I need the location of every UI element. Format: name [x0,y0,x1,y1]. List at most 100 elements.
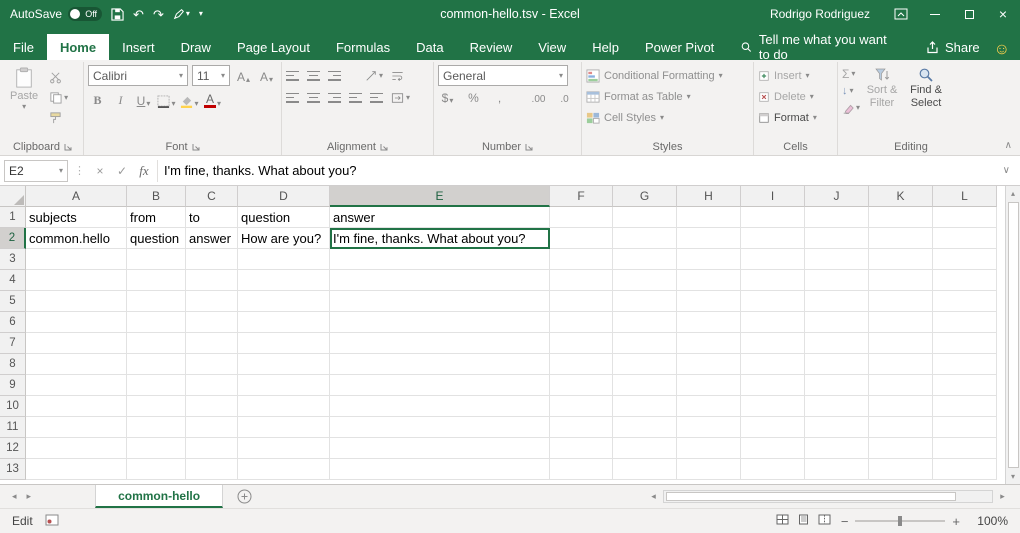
cell-f8[interactable] [550,354,613,375]
fill-button[interactable]: ↓ ▾ [842,83,860,98]
alignment-dialog-launcher[interactable] [380,143,388,151]
cell-l11[interactable] [933,417,997,438]
cell-i8[interactable] [741,354,805,375]
row-header-10[interactable]: 10 [0,396,26,417]
formula-input[interactable]: I'm fine, thanks. What about you? [157,160,993,182]
cell-g1[interactable] [613,207,677,228]
cell-a7[interactable] [26,333,127,354]
middle-align-icon[interactable] [307,71,320,81]
cell-g11[interactable] [613,417,677,438]
horizontal-scroll-track[interactable] [663,490,993,503]
vertical-scroll-thumb[interactable] [1008,202,1019,468]
italic-button[interactable]: I [111,90,130,110]
cell-i11[interactable] [741,417,805,438]
zoom-out-button[interactable]: − [841,514,849,529]
cell-c8[interactable] [186,354,238,375]
shrink-font-button[interactable]: A▾ [257,66,276,86]
cell-j9[interactable] [805,375,869,396]
cut-button[interactable] [49,70,68,85]
cell-k13[interactable] [869,459,933,480]
cell-i5[interactable] [741,291,805,312]
cell-d4[interactable] [238,270,330,291]
font-size-select[interactable]: 11 ▾ [192,65,230,86]
align-right-icon[interactable] [328,93,341,103]
column-header-b[interactable]: B [127,186,186,207]
cell-g10[interactable] [613,396,677,417]
cell-c6[interactable] [186,312,238,333]
cell-d12[interactable] [238,438,330,459]
cell-e3[interactable] [330,249,550,270]
cell-e9[interactable] [330,375,550,396]
cell-i1[interactable] [741,207,805,228]
cell-a11[interactable] [26,417,127,438]
column-header-k[interactable]: K [869,186,933,207]
cell-c11[interactable] [186,417,238,438]
tab-file[interactable]: File [0,34,47,60]
cell-b8[interactable] [127,354,186,375]
expand-formula-bar-button[interactable]: ∨ [997,165,1016,176]
redo-button[interactable]: ↷ [153,8,164,21]
cell-e7[interactable] [330,333,550,354]
enter-entry-button[interactable]: ✓ [113,164,131,178]
cell-d3[interactable] [238,249,330,270]
row-header-7[interactable]: 7 [0,333,26,354]
cell-e12[interactable] [330,438,550,459]
fill-color-button[interactable]: ▾ [180,90,199,110]
user-name[interactable]: Rodrigo Rodriguez [770,7,870,21]
cell-f6[interactable] [550,312,613,333]
tab-insert[interactable]: Insert [109,34,168,60]
cell-j2[interactable] [805,228,869,249]
cell-c4[interactable] [186,270,238,291]
row-header-13[interactable]: 13 [0,459,26,480]
conditional-formatting-button[interactable]: Conditional Formatting ▾ [586,66,723,85]
cell-h11[interactable] [677,417,741,438]
cell-d10[interactable] [238,396,330,417]
next-sheet-button[interactable]: ▸ [27,491,32,502]
clear-button[interactable]: ▾ [842,100,860,115]
cell-k8[interactable] [869,354,933,375]
page-layout-view-button[interactable] [797,514,810,528]
insert-cells-button[interactable]: Insert ▾ [758,66,810,85]
percent-style-button[interactable]: % [464,91,483,107]
cell-d7[interactable] [238,333,330,354]
cell-i4[interactable] [741,270,805,291]
cell-b11[interactable] [127,417,186,438]
tab-formulas[interactable]: Formulas [323,34,403,60]
row-header-5[interactable]: 5 [0,291,26,312]
cell-k10[interactable] [869,396,933,417]
cell-j10[interactable] [805,396,869,417]
column-header-c[interactable]: C [186,186,238,207]
cell-e10[interactable] [330,396,550,417]
cell-b7[interactable] [127,333,186,354]
tab-home[interactable]: Home [47,34,109,60]
cell-j5[interactable] [805,291,869,312]
cell-e1[interactable]: answer [330,207,550,228]
cell-l1[interactable] [933,207,997,228]
cell-b2[interactable]: question [127,228,186,249]
cell-i12[interactable] [741,438,805,459]
cell-g4[interactable] [613,270,677,291]
tab-power-pivot[interactable]: Power Pivot [632,34,727,60]
wrap-text-button[interactable] [391,68,404,83]
format-as-table-button[interactable]: Format as Table ▾ [586,87,691,106]
cell-f7[interactable] [550,333,613,354]
cell-j13[interactable] [805,459,869,480]
cell-b5[interactable] [127,291,186,312]
cell-k5[interactable] [869,291,933,312]
minimize-button[interactable] [918,0,952,28]
cell-j6[interactable] [805,312,869,333]
decrease-decimal-button[interactable]: .0 [555,91,574,107]
normal-view-button[interactable] [776,514,789,528]
cell-k4[interactable] [869,270,933,291]
select-all-button[interactable] [0,186,26,207]
previous-sheet-button[interactable]: ◂ [12,491,17,502]
cell-f1[interactable] [550,207,613,228]
cell-l13[interactable] [933,459,997,480]
cell-b3[interactable] [127,249,186,270]
vertical-scrollbar[interactable]: ▴ ▾ [1005,186,1020,484]
cell-i6[interactable] [741,312,805,333]
row-header-8[interactable]: 8 [0,354,26,375]
column-header-j[interactable]: J [805,186,869,207]
name-box[interactable]: E2 ▾ [4,160,68,182]
clipboard-dialog-launcher[interactable] [64,143,72,151]
